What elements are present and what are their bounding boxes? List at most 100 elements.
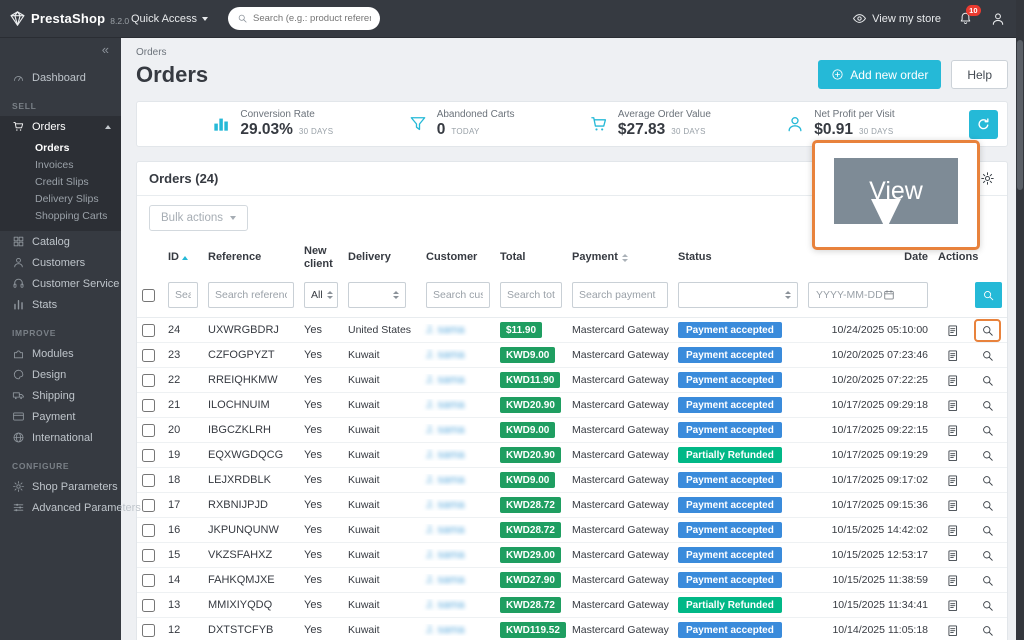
- invoice-document-button[interactable]: [942, 422, 964, 440]
- sidebar-item-modules[interactable]: Modules: [0, 343, 121, 364]
- filter-date-input[interactable]: YYYY-MM-DD: [808, 282, 928, 308]
- invoice-document-button[interactable]: [942, 547, 964, 565]
- select-all-checkbox[interactable]: [142, 289, 155, 302]
- row-select-checkbox[interactable]: [142, 349, 155, 362]
- customer-name-link[interactable]: J. sama: [426, 349, 465, 361]
- order-row[interactable]: 16 JKPUNQUNW Yes Kuwait J. sama KWD28.72…: [137, 518, 1007, 543]
- order-row[interactable]: 14 FAHKQMJXE Yes Kuwait J. sama KWD27.90…: [137, 568, 1007, 593]
- customer-name-link[interactable]: J. sama: [426, 624, 465, 636]
- customer-name-link[interactable]: J. sama: [426, 499, 465, 511]
- header-search-input[interactable]: [253, 13, 371, 24]
- row-select-checkbox[interactable]: [142, 624, 155, 637]
- help-button[interactable]: Help: [951, 60, 1008, 89]
- customer-name-link[interactable]: J. sama: [426, 324, 465, 336]
- order-row[interactable]: 22 RREIQHKMW Yes Kuwait J. sama KWD11.90…: [137, 368, 1007, 393]
- customer-name-link[interactable]: J. sama: [426, 549, 465, 561]
- sidebar-item-international[interactable]: International: [0, 427, 121, 448]
- sidebar-item-stats[interactable]: Stats: [0, 294, 121, 315]
- filter-status-select[interactable]: [678, 282, 798, 308]
- customer-name-link[interactable]: J. sama: [426, 574, 465, 586]
- sidebar-item-advanced-parameters[interactable]: Advanced Parameters: [0, 497, 121, 518]
- filter-id-input[interactable]: [168, 282, 198, 308]
- view-order-button[interactable]: [977, 347, 999, 365]
- sidebar-item-catalog[interactable]: Catalog: [0, 231, 121, 252]
- customer-name-link[interactable]: J. sama: [426, 449, 465, 461]
- invoice-document-button[interactable]: [942, 622, 964, 640]
- view-order-button[interactable]: [977, 372, 999, 390]
- customer-name-link[interactable]: J. sama: [426, 399, 465, 411]
- sidebar-item-shop-parameters[interactable]: Shop Parameters: [0, 476, 121, 497]
- quick-access-menu[interactable]: Quick Access: [131, 13, 208, 25]
- filter-delivery-select[interactable]: [348, 282, 406, 308]
- column-header-customer[interactable]: Customer: [421, 249, 495, 266]
- column-header-payment[interactable]: Payment: [567, 249, 673, 266]
- view-order-button[interactable]: [977, 497, 999, 515]
- invoice-document-button[interactable]: [942, 522, 964, 540]
- view-order-button[interactable]: [977, 597, 999, 615]
- filter-reference-input[interactable]: [208, 282, 294, 308]
- filter-payment-input[interactable]: [572, 282, 668, 308]
- row-select-checkbox[interactable]: [142, 549, 155, 562]
- column-header-reference[interactable]: Reference: [203, 249, 299, 266]
- sidebar-item-customers[interactable]: Customers: [0, 252, 121, 273]
- prestashop-logo[interactable]: PrestaShop 8.2.0: [0, 10, 121, 27]
- invoice-document-button[interactable]: [942, 572, 964, 590]
- bulk-actions-button[interactable]: Bulk actions: [149, 205, 248, 231]
- invoice-document-button[interactable]: [942, 597, 964, 615]
- row-select-checkbox[interactable]: [142, 524, 155, 537]
- view-order-button[interactable]: [977, 447, 999, 465]
- order-row[interactable]: 23 CZFOGPYZT Yes Kuwait J. sama KWD9.00 …: [137, 343, 1007, 368]
- add-new-order-button[interactable]: Add new order: [818, 60, 941, 89]
- sidebar-item-shipping[interactable]: Shipping: [0, 385, 121, 406]
- filter-new-client-select[interactable]: All: [304, 282, 338, 308]
- customer-name-link[interactable]: J. sama: [426, 474, 465, 486]
- customer-name-link[interactable]: J. sama: [426, 374, 465, 386]
- row-select-checkbox[interactable]: [142, 599, 155, 612]
- row-select-checkbox[interactable]: [142, 474, 155, 487]
- view-order-button[interactable]: [977, 322, 999, 340]
- row-select-checkbox[interactable]: [142, 449, 155, 462]
- row-select-checkbox[interactable]: [142, 374, 155, 387]
- header-search[interactable]: [228, 7, 380, 30]
- row-select-checkbox[interactable]: [142, 399, 155, 412]
- invoice-document-button[interactable]: [942, 472, 964, 490]
- customer-name-link[interactable]: J. sama: [426, 424, 465, 436]
- column-header-status[interactable]: Status: [673, 249, 803, 266]
- order-row[interactable]: 18 LEJXRDBLK Yes Kuwait J. sama KWD9.00 …: [137, 468, 1007, 493]
- view-order-button[interactable]: [977, 572, 999, 590]
- sidebar-collapse-button[interactable]: «: [102, 43, 109, 56]
- column-header-delivery[interactable]: Delivery: [343, 249, 421, 266]
- invoice-document-button[interactable]: [942, 347, 964, 365]
- column-header-date[interactable]: Date: [803, 249, 933, 266]
- page-scrollbar[interactable]: [1016, 0, 1024, 640]
- column-header-new-client[interactable]: New client: [299, 243, 343, 272]
- sidebar-item-customer-service[interactable]: Customer Service: [0, 273, 121, 294]
- filter-customer-input[interactable]: [426, 282, 490, 308]
- view-my-store-link[interactable]: View my store: [852, 11, 941, 26]
- filter-total-input[interactable]: [500, 282, 562, 308]
- profile-button[interactable]: [990, 11, 1006, 27]
- customer-name-link[interactable]: J. sama: [426, 599, 465, 611]
- order-row[interactable]: 12 DXTSTCFYB Yes Kuwait J. sama KWD119.5…: [137, 618, 1007, 640]
- sidebar-subitem-shopping-carts[interactable]: Shopping Carts: [0, 207, 121, 224]
- row-select-checkbox[interactable]: [142, 499, 155, 512]
- order-row[interactable]: 20 IBGCZKLRH Yes Kuwait J. sama KWD9.00 …: [137, 418, 1007, 443]
- filter-submit-button[interactable]: [975, 282, 1002, 308]
- view-order-button[interactable]: [977, 522, 999, 540]
- invoice-document-button[interactable]: [942, 397, 964, 415]
- view-order-button[interactable]: [977, 397, 999, 415]
- order-row[interactable]: 21 ILOCHNUIM Yes Kuwait J. sama KWD20.90…: [137, 393, 1007, 418]
- row-select-checkbox[interactable]: [142, 324, 155, 337]
- view-order-button[interactable]: [977, 547, 999, 565]
- row-select-checkbox[interactable]: [142, 574, 155, 587]
- invoice-document-button[interactable]: [942, 372, 964, 390]
- sidebar-item-payment[interactable]: Payment: [0, 406, 121, 427]
- grid-settings-gear-icon[interactable]: [980, 171, 995, 186]
- column-header-id[interactable]: ID: [163, 249, 203, 266]
- notifications-button[interactable]: 10: [958, 11, 973, 26]
- order-row[interactable]: 24 UXWRGBDRJ Yes United States J. sama $…: [137, 318, 1007, 343]
- view-order-button[interactable]: [977, 422, 999, 440]
- invoice-document-button[interactable]: [942, 497, 964, 515]
- column-header-total[interactable]: Total: [495, 249, 567, 266]
- invoice-document-button[interactable]: [942, 447, 964, 465]
